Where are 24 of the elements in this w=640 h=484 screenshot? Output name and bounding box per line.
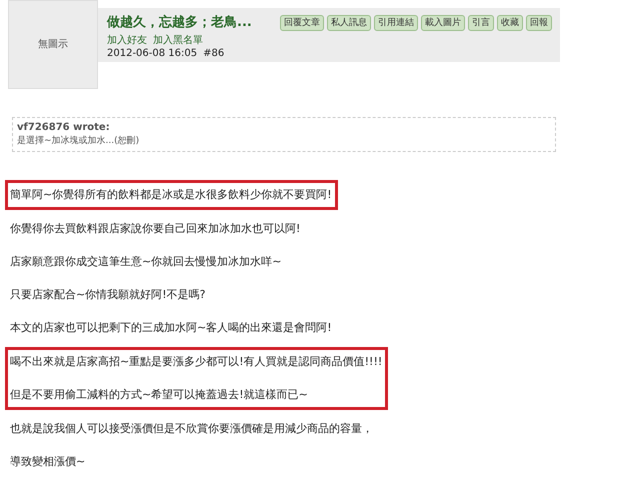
post-paragraph: 但是不要用偷工減料的方式~希望可以掩蓋過去!就這樣而已~	[10, 387, 309, 403]
post-paragraph: 導致變相漲價~	[10, 454, 86, 470]
post-paragraph: 店家願意跟你成交這筆生意~你就回去慢慢加冰加水咩~	[10, 254, 282, 270]
post-action-button[interactable]: 收藏	[497, 15, 523, 31]
post-number: #86	[203, 47, 224, 60]
post-paragraph: 你覺得你去買飲料跟店家說你要自己回來加冰加水也可以阿!	[10, 221, 302, 237]
post-paragraph: 只要店家配合~你情我願就好阿!不是嗎?	[10, 287, 206, 303]
post-paragraph: 也就是說我個人可以接受漲價但是不欣賞你要漲價確是用減少商品的容量，	[10, 421, 373, 437]
user-link[interactable]: 加入好友	[107, 34, 147, 47]
post-paragraph: 本文的店家也可以把剩下的三成加水阿~客人喝的出來還是會問阿!	[10, 320, 332, 336]
post-title: 做越久，忘越多；老鳥...	[107, 14, 252, 32]
post-action-button[interactable]: 私人訊息	[327, 15, 371, 31]
post-action-button[interactable]: 引用連結	[374, 15, 418, 31]
post-paragraph: 簡單阿~你覺得所有的飲料都是冰或是水很多飲料少你就不要買阿!	[10, 187, 332, 203]
post-action-button[interactable]: 引言	[468, 15, 494, 31]
post-paragraph: 喝不出來就是店家高招~重點是要漲多少都可以!有人買就是認同商品價值!!!!	[10, 354, 382, 370]
avatar-placeholder-text: 無圖示	[38, 38, 68, 52]
quote-author: vf726876 wrote:	[17, 121, 111, 135]
post-action-button[interactable]: 回報	[526, 15, 552, 31]
quote-text: 是選擇~加冰塊或加水...(恕刪)	[17, 135, 140, 148]
user-link[interactable]: 加入黑名單	[153, 34, 203, 47]
post-action-button[interactable]: 回覆文章	[280, 15, 324, 31]
post-date: 2012-06-08 16:05	[107, 47, 198, 60]
post-action-button[interactable]: 載入圖片	[421, 15, 465, 31]
